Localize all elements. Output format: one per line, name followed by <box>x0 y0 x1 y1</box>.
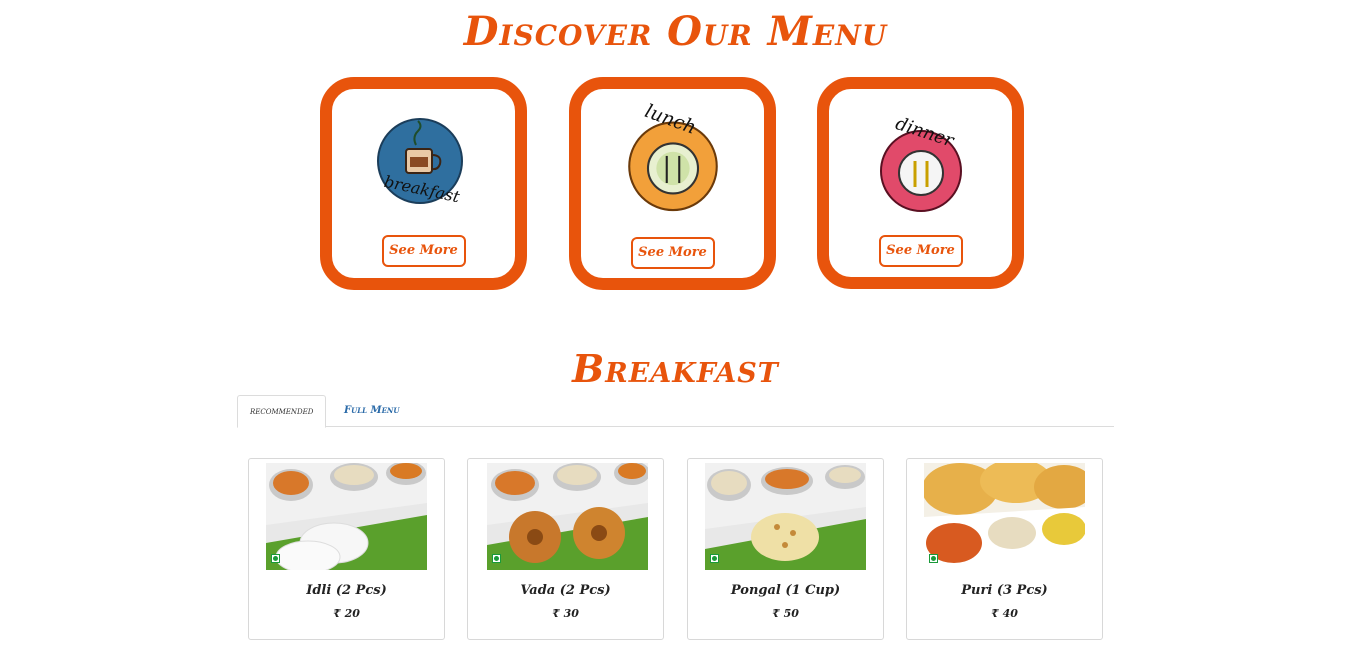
vada-photo <box>487 463 648 570</box>
item-name: Idli (2 Pcs) <box>306 583 387 598</box>
food-card-vada[interactable]: Vada (2 Pcs) ₹ 30 <box>467 458 664 640</box>
veg-icon <box>271 554 280 563</box>
menu-card-lunch: lunch See More <box>569 77 776 290</box>
food-card-idli[interactable]: Idli (2 Pcs) ₹ 20 <box>248 458 445 640</box>
idli-photo <box>266 463 427 570</box>
see-more-breakfast-button[interactable]: See More <box>381 235 466 267</box>
item-price: ₹ 30 <box>552 607 579 620</box>
item-price: ₹ 40 <box>991 607 1018 620</box>
item-price: ₹ 50 <box>772 607 799 620</box>
see-more-dinner-button[interactable]: See More <box>878 235 963 267</box>
veg-icon <box>710 554 719 563</box>
dinner-logo-icon: dinner <box>879 113 962 212</box>
section-title: Breakfast <box>572 346 779 391</box>
item-name: Pongal (1 Cup) <box>730 583 841 598</box>
tab-full-menu[interactable]: Full Menu <box>332 395 411 427</box>
see-more-lunch-button[interactable]: See More <box>630 237 715 269</box>
menu-card-breakfast: breakfast See More <box>320 77 527 290</box>
breakfast-logo-icon: breakfast <box>376 118 463 206</box>
item-name: Puri (3 Pcs) <box>961 583 1048 598</box>
lunch-logo-icon: lunch <box>627 103 718 212</box>
puri-photo <box>924 463 1085 570</box>
tab-recommended[interactable]: recommended <box>237 395 327 428</box>
veg-icon <box>929 554 938 563</box>
pongal-photo <box>705 463 866 570</box>
menu-card-dinner: dinner See More <box>817 77 1024 289</box>
food-card-pongal[interactable]: Pongal (1 Cup) ₹ 50 <box>687 458 884 640</box>
food-card-puri[interactable]: Puri (3 Pcs) ₹ 40 <box>906 458 1103 640</box>
page-title: Discover Our Menu <box>463 8 888 55</box>
item-price: ₹ 20 <box>333 607 360 620</box>
veg-icon <box>492 554 501 563</box>
item-name: Vada (2 Pcs) <box>520 583 611 598</box>
menu-tabs: recommended Full Menu <box>237 395 1114 428</box>
